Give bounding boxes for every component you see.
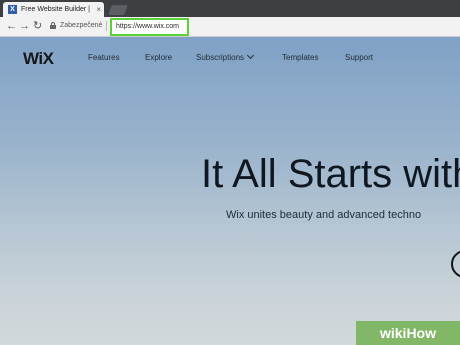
wix-logo[interactable]: WiX (23, 49, 54, 69)
web-page: WiX Features Explore Subscriptions Templ… (0, 37, 460, 345)
nav-subscriptions[interactable]: Subscriptions (196, 51, 255, 63)
nav-templates[interactable]: Templates (282, 53, 318, 63)
chevron-down-icon (246, 51, 255, 60)
hero-headline: It All Starts with Y (201, 152, 460, 196)
hero-subline: Wix unites beauty and advanced techno (226, 209, 422, 221)
secure-label: Zabezpečené (60, 22, 103, 29)
browser-tab[interactable]: X Free Website Builder | C × (3, 2, 104, 17)
nav-features[interactable]: Features (88, 53, 120, 63)
tab-strip: X Free Website Builder | C × (0, 0, 460, 17)
divider (106, 21, 107, 31)
nav-support[interactable]: Support (345, 53, 373, 63)
url-field[interactable]: https://www.wix.com (110, 18, 189, 36)
tab-title: Free Website Builder | C (21, 6, 91, 13)
reload-icon[interactable]: ↻ (33, 20, 42, 33)
back-arrow-icon[interactable]: ← (6, 20, 17, 33)
forward-arrow-icon[interactable]: → (19, 20, 30, 33)
url-text: https://www.wix.com (116, 23, 180, 30)
wix-favicon-icon: X (8, 5, 17, 14)
new-tab-button[interactable] (108, 5, 128, 15)
wikihow-watermark: wikiHow (356, 321, 460, 345)
lock-icon (50, 22, 56, 29)
hero-circle-button[interactable] (451, 250, 460, 278)
nav-subscriptions-label: Subscriptions (196, 53, 245, 62)
nav-explore[interactable]: Explore (145, 53, 172, 63)
address-bar: ← → ↻ Zabezpečené https://www.wix.com (0, 17, 460, 37)
close-icon[interactable]: × (96, 4, 101, 15)
